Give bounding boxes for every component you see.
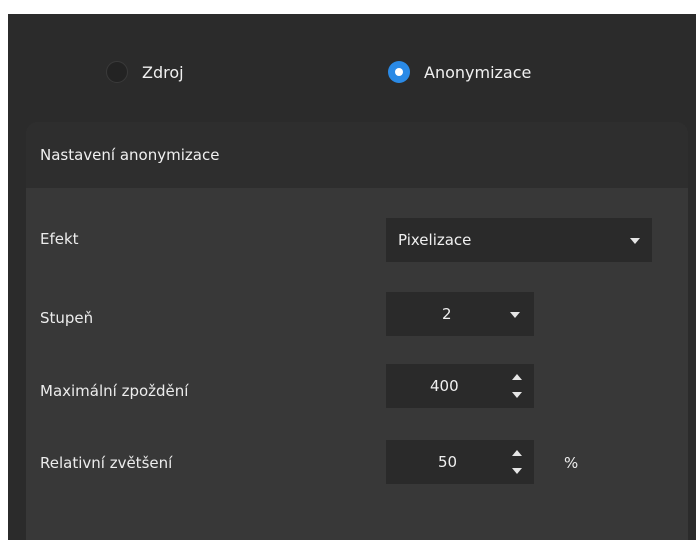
panel-title: Nastavení anonymizace [40,146,220,164]
dropdown-arrow-icon[interactable] [510,312,520,318]
degree-dropdown-value: 2 [442,305,452,323]
max-delay-value: 400 [430,377,459,395]
anonymization-settings-window: Zdroj Anonymizace Nastavení anonymizace … [8,14,696,540]
increment-arrow-icon[interactable] [512,450,522,456]
radio-option-zdroj[interactable]: Zdroj [106,61,184,83]
decrement-arrow-icon[interactable] [512,468,522,474]
relative-zoom-value: 50 [438,453,458,471]
radio-label-zdroj: Zdroj [142,62,184,82]
degree-label: Stupeň [40,309,94,327]
relative-zoom-label: Relativní zvětšení [40,454,173,472]
dropdown-arrow-icon[interactable] [630,238,640,244]
effect-dropdown[interactable]: Pixelizace [386,218,652,262]
degree-dropdown[interactable]: 2 [386,292,534,336]
effect-dropdown-value: Pixelizace [398,231,472,249]
panel-header: Nastavení anonymizace [26,122,688,188]
radio-label-anonymizace: Anonymizace [424,62,532,82]
max-delay-spinbox[interactable]: 400 [386,364,534,408]
radio-option-anonymizace[interactable]: Anonymizace [388,61,531,83]
relative-zoom-spinbox[interactable]: 50 [386,440,534,484]
radio-button-checked-icon[interactable] [388,61,410,83]
radio-button-unchecked-icon[interactable] [106,61,128,83]
anonymization-settings-panel: Nastavení anonymizace [26,122,688,540]
decrement-arrow-icon[interactable] [512,392,522,398]
relative-zoom-unit: % [564,454,579,472]
increment-arrow-icon[interactable] [512,374,522,380]
max-delay-label: Maximální zpoždění [40,382,189,400]
effect-label: Efekt [40,230,79,248]
